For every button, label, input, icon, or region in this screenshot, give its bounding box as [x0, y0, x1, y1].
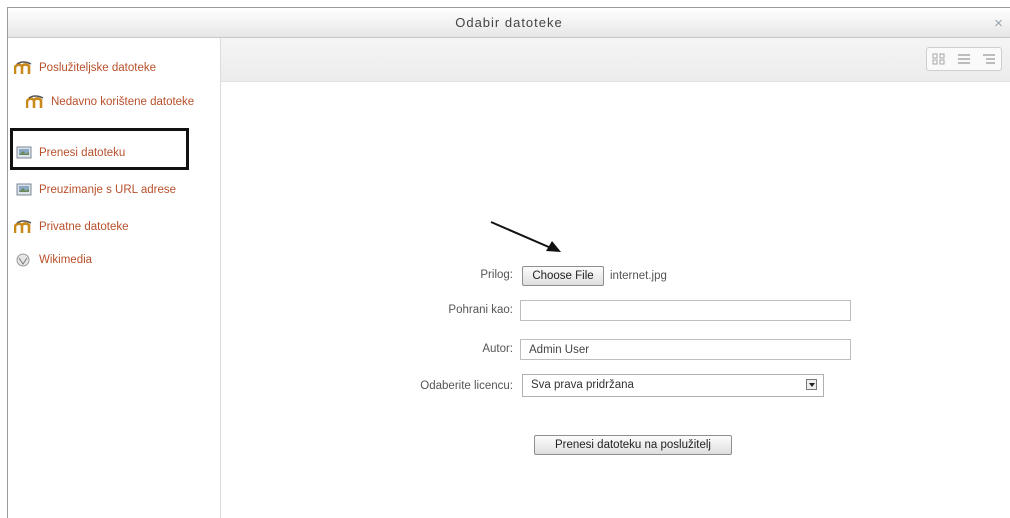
- dialog-titlebar: Odabir datoteke ×: [8, 8, 1010, 38]
- sidebar-item-label: Privatne datoteke: [39, 221, 129, 233]
- chevron-down-icon: [806, 379, 817, 390]
- moodle-icon: [25, 95, 46, 109]
- author-label: Autor:: [482, 343, 513, 355]
- sidebar-item-recent-files[interactable]: Nedavno korištene datoteke: [14, 95, 214, 109]
- upload-form: Prilog: Choose File internet.jpg Pohrani…: [221, 82, 1010, 518]
- upload-submit-button[interactable]: Prenesi datoteku na poslužitelj: [534, 435, 732, 455]
- license-select[interactable]: Sva prava pridržana: [522, 374, 824, 397]
- sidebar-item-private-files[interactable]: Privatne datoteke: [13, 220, 214, 234]
- tree-view-icon[interactable]: [980, 51, 998, 67]
- sidebar-item-label: Nedavno korištene datoteke: [51, 96, 195, 108]
- view-switcher: [926, 47, 1002, 71]
- icons-view-icon[interactable]: [930, 51, 948, 67]
- author-input[interactable]: [520, 339, 851, 360]
- annotation-arrow: [490, 221, 561, 252]
- license-label: Odaberite licencu:: [420, 380, 513, 392]
- sidebar-item-label: Preuzimanje s URL adrese: [39, 184, 176, 196]
- choose-file-button[interactable]: Choose File: [522, 266, 604, 286]
- sidebar-item-server-files[interactable]: Poslužiteljske datoteke: [13, 61, 214, 75]
- sidebar-item-url-download[interactable]: Preuzimanje s URL adrese: [14, 183, 214, 197]
- sidebar-item-wikimedia[interactable]: Wikimedia: [14, 253, 214, 267]
- sidebar-item-label: Poslužiteljske datoteke: [39, 62, 156, 74]
- sidebar-item-label: Wikimedia: [39, 254, 93, 266]
- wikimedia-icon: [14, 253, 34, 267]
- moodle-icon: [13, 220, 34, 234]
- chosen-file-name: internet.jpg: [610, 270, 667, 282]
- attachment-label: Prilog:: [480, 269, 513, 281]
- save-as-label: Pohrani kao:: [448, 304, 513, 316]
- save-as-input[interactable]: [520, 300, 851, 321]
- moodle-icon: [13, 61, 34, 75]
- file-toolbar: [221, 38, 1010, 82]
- upload-icon: [14, 183, 34, 197]
- list-view-icon[interactable]: [955, 51, 973, 67]
- dialog-title: Odabir datoteke: [455, 15, 563, 30]
- close-icon[interactable]: ×: [990, 8, 1008, 37]
- repository-sidebar: Poslužiteljske datoteke Nedavno korišten…: [8, 38, 221, 518]
- license-selected-value: Sva prava pridržana: [531, 379, 634, 391]
- highlight-annotation-box: [10, 128, 189, 170]
- file-picker-dialog: Odabir datoteke × Poslužiteljske datotek…: [7, 7, 1010, 518]
